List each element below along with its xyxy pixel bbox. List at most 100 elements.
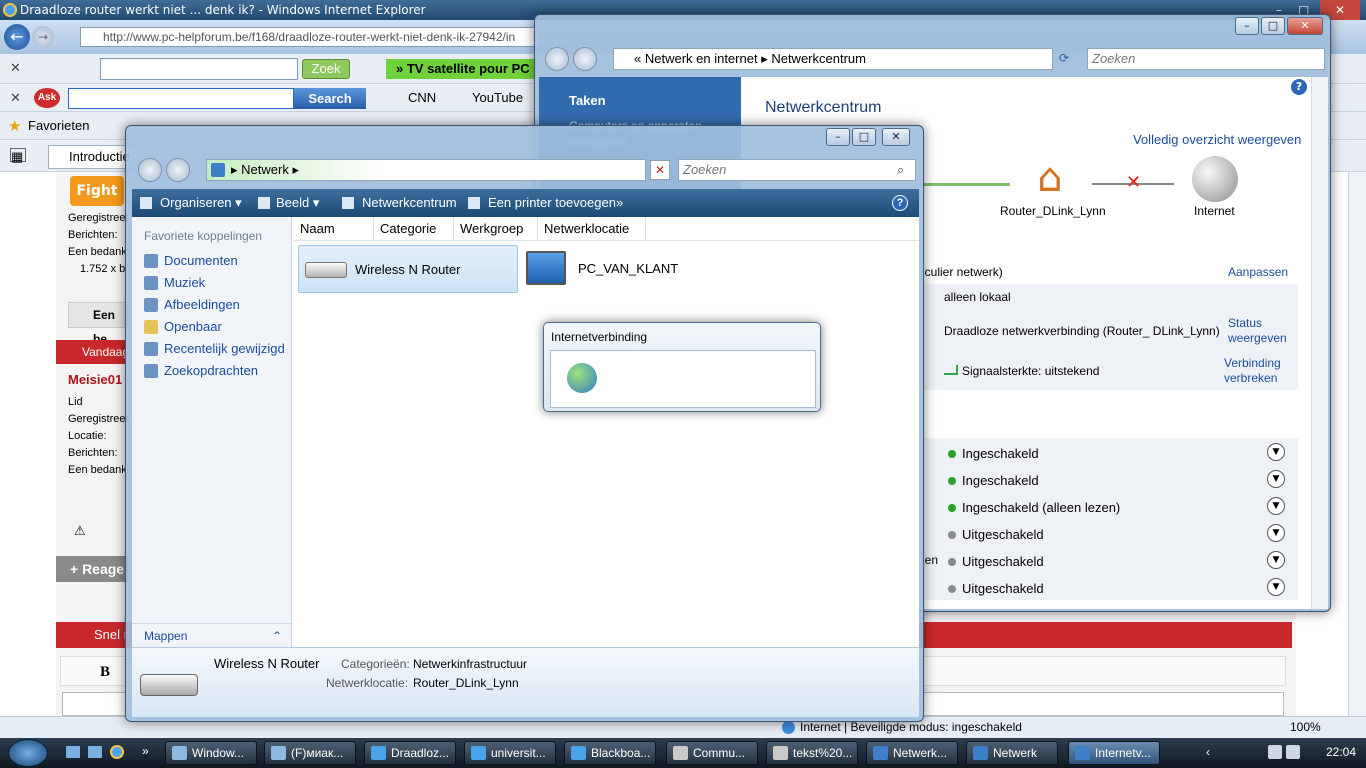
taskbar-button[interactable]: Commu... [666,741,758,765]
breadcrumb-item[interactable]: Netwerkcentrum [771,51,866,66]
sharing-panel [922,438,1298,600]
nav-music[interactable]: Muziek [144,275,205,290]
nc-maximize-button[interactable]: □ [1261,17,1285,35]
chevron-down-icon[interactable]: ▼ [1267,470,1285,488]
clear-location-icon[interactable]: ✕ [650,160,670,180]
toolbar-search-input[interactable] [100,58,298,80]
thank-button[interactable]: Een be [68,302,128,346]
nav-pane: Favoriete koppelingen Documenten Muziek … [132,217,292,647]
taskbar-button[interactable]: Draadloz... [364,741,456,765]
help-icon[interactable]: ? [1291,79,1307,95]
tray-expand-icon[interactable]: ‹ [1206,745,1210,759]
ex-maximize-button[interactable]: □ [852,128,876,146]
nc-breadcrumb[interactable]: « Netwerk en internet ▸ Netwerkcentrum [613,48,1053,70]
warning-icon[interactable]: ⚠ [74,524,86,539]
quick-tabs-icon[interactable]: ▦ [10,148,26,164]
nc-search-input[interactable]: Zoeken [1087,48,1325,70]
start-button[interactable] [8,739,48,767]
nav-public[interactable]: Openbaar [144,319,222,334]
tv-satellite-link[interactable]: » TV satellite pour PC [386,59,536,79]
ex-close-button[interactable]: ✕ [882,128,910,146]
ask-search-button[interactable]: Search [294,88,366,109]
bold-button[interactable]: B [100,664,110,681]
item-router[interactable]: Wireless N Router [298,245,518,293]
ie-icon [571,746,586,760]
nc-scrollbar[interactable] [1311,77,1328,609]
address-bar[interactable]: http://www.pc-helpforum.be/f168/draadloz… [80,27,540,47]
clock[interactable]: 22:04 [1326,745,1356,759]
ex-minimize-button[interactable]: – [826,128,850,146]
nav-documents[interactable]: Documenten [144,253,238,268]
cnn-link[interactable]: CNN [408,90,436,105]
nav-pictures[interactable]: Afbeeldingen [144,297,240,312]
customize-link[interactable]: Aanpassen [1228,265,1288,279]
taskbar-button[interactable]: Blackboa... [564,741,656,765]
chevron-down-icon[interactable]: ▼ [1267,524,1285,542]
taskbar-button[interactable]: Internetv... [1068,741,1160,765]
nav-recent[interactable]: Recentelijk gewijzigd [144,341,285,356]
nc-back-button[interactable] [545,47,569,71]
column-naam[interactable]: Naam [294,217,374,241]
column-netwerklocatie[interactable]: Netwerklocatie [538,217,646,241]
search-icon[interactable]: ⌕ [897,160,904,180]
forward-button[interactable]: → [32,26,54,48]
nc-close-button[interactable]: ✕ [1287,17,1323,35]
reply-button[interactable]: + Reage [56,556,128,582]
close-toolbar2-icon[interactable]: ✕ [10,90,21,106]
nav-searches[interactable]: Zoekopdrachten [144,363,258,378]
nc-heading: Netwerkcentrum [765,99,882,116]
chevron-down-icon[interactable]: ▼ [1267,551,1285,569]
volume-icon[interactable] [1286,745,1300,759]
close-toolbar-icon[interactable]: ✕ [10,60,21,76]
taskbar-button[interactable]: Netwerk... [866,741,958,765]
taskbar-button[interactable]: Netwerk [966,741,1058,765]
ex-help-icon[interactable]: ? [892,195,908,211]
ex-location-bar[interactable]: ▸ Netwerk ▸ [206,159,646,181]
add-printer-button[interactable]: Een printer toevoegen [468,189,616,217]
status-dot [948,531,956,539]
sharing-status-row: Ingeschakeld (alleen lezen) [946,500,1120,515]
ask-search-input[interactable] [68,88,294,109]
show-desktop-icon[interactable] [66,746,80,758]
today-bar: Vandaag [56,340,129,364]
folders-toggle[interactable]: Mappen ⌃ [132,623,292,647]
chevron-down-icon[interactable]: ▼ [1267,443,1285,461]
more-commands-button[interactable]: » [616,189,623,217]
chevron-down-icon[interactable]: ▼ [1267,578,1285,596]
taskbar-button[interactable]: universit... [464,741,556,765]
ex-forward-button[interactable] [166,158,190,182]
nc-minimize-button[interactable]: – [1235,17,1259,35]
youtube-link[interactable]: YouTube [472,90,523,105]
switch-windows-icon[interactable] [88,746,102,758]
sharing-status-row: Uitgeschakeld [946,527,1044,542]
ex-search-input[interactable]: Zoeken ⌕ [678,159,916,181]
disconnect-link[interactable]: Verbinding verbreken [1224,356,1281,386]
network-tray-icon[interactable] [1268,745,1282,759]
zoek-button[interactable]: Zoek [302,59,350,79]
network-center-button[interactable]: Netwerkcentrum [342,189,457,217]
ex-back-button[interactable] [138,158,162,182]
nc-refresh-icon[interactable]: ⟳ [1059,51,1069,65]
full-map-link[interactable]: Volledig overzicht weergeven [1133,132,1301,147]
column-werkgroep[interactable]: Werkgroep [454,217,538,241]
zoom-level[interactable]: 100% [1290,717,1321,738]
breadcrumb-item[interactable]: Netwerk en internet [645,51,758,66]
chevron-down-icon[interactable]: ▼ [1267,497,1285,515]
quicklaunch-more-icon[interactable]: » [142,744,149,758]
favorites-button[interactable]: Favorieten [28,118,89,133]
taskbar-button[interactable]: (F)миак... [264,741,356,765]
page-scrollbar[interactable] [1348,172,1366,716]
status-link[interactable]: Status weergeven [1228,316,1287,346]
ie-quicklaunch-icon[interactable] [110,745,124,759]
taskbar-button[interactable]: tekst%20... [766,741,858,765]
back-button[interactable]: ← [4,24,30,50]
internet-globe-icon [1192,156,1238,202]
view-button[interactable]: Beeld ▾ [258,189,319,217]
view-icon [258,197,270,209]
taskbar-button[interactable]: Window... [165,741,257,765]
item-computer[interactable]: PC_VAN_KLANT [522,245,722,293]
forum-username[interactable]: Meisie01 [68,372,122,387]
nc-forward-button[interactable] [573,47,597,71]
column-categorie[interactable]: Categorie [374,217,454,241]
organize-button[interactable]: Organiseren ▾ [140,189,242,217]
